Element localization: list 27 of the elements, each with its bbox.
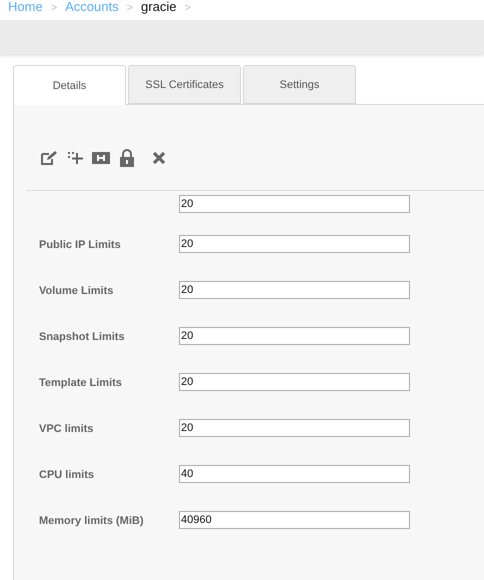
add-icon[interactable] — [67, 151, 83, 165]
input-field[interactable]: 20 — [179, 281, 410, 299]
breadcrumb-separator: > — [126, 2, 134, 14]
close-icon[interactable] — [152, 151, 166, 165]
input-field[interactable]: 40960 — [179, 511, 410, 529]
edit-icon[interactable] — [40, 150, 58, 166]
field-label: Public IP Limits — [39, 238, 122, 253]
field-label: Snapshot Limits — [39, 330, 126, 345]
input-field[interactable]: 20 — [179, 235, 410, 253]
field-label: Template Limits — [39, 376, 123, 391]
tab[interactable]: Details — [13, 65, 126, 105]
split-icon[interactable] — [92, 151, 110, 165]
field-label: VPC limits — [39, 422, 94, 437]
input-field[interactable]: 20 — [179, 327, 410, 345]
field-label: Volume Limits — [39, 284, 114, 299]
tab[interactable]: Settings — [243, 65, 356, 104]
input-field[interactable]: 20 — [179, 373, 410, 391]
tab[interactable]: SSL Certificates — [128, 65, 241, 104]
breadcrumb-separator: > — [184, 2, 191, 14]
input-field[interactable]: 40 — [179, 465, 410, 483]
field-label: CPU limits — [39, 468, 96, 483]
input-field[interactable]: 20 — [179, 195, 410, 213]
breadcrumb-current: gracie — [141, 0, 176, 14]
lock-icon[interactable] — [119, 149, 135, 167]
breadcrumb-separator: > — [50, 2, 58, 14]
input-field[interactable]: 20 — [179, 419, 410, 437]
field-label: Memory limits (MiB) — [39, 514, 145, 529]
